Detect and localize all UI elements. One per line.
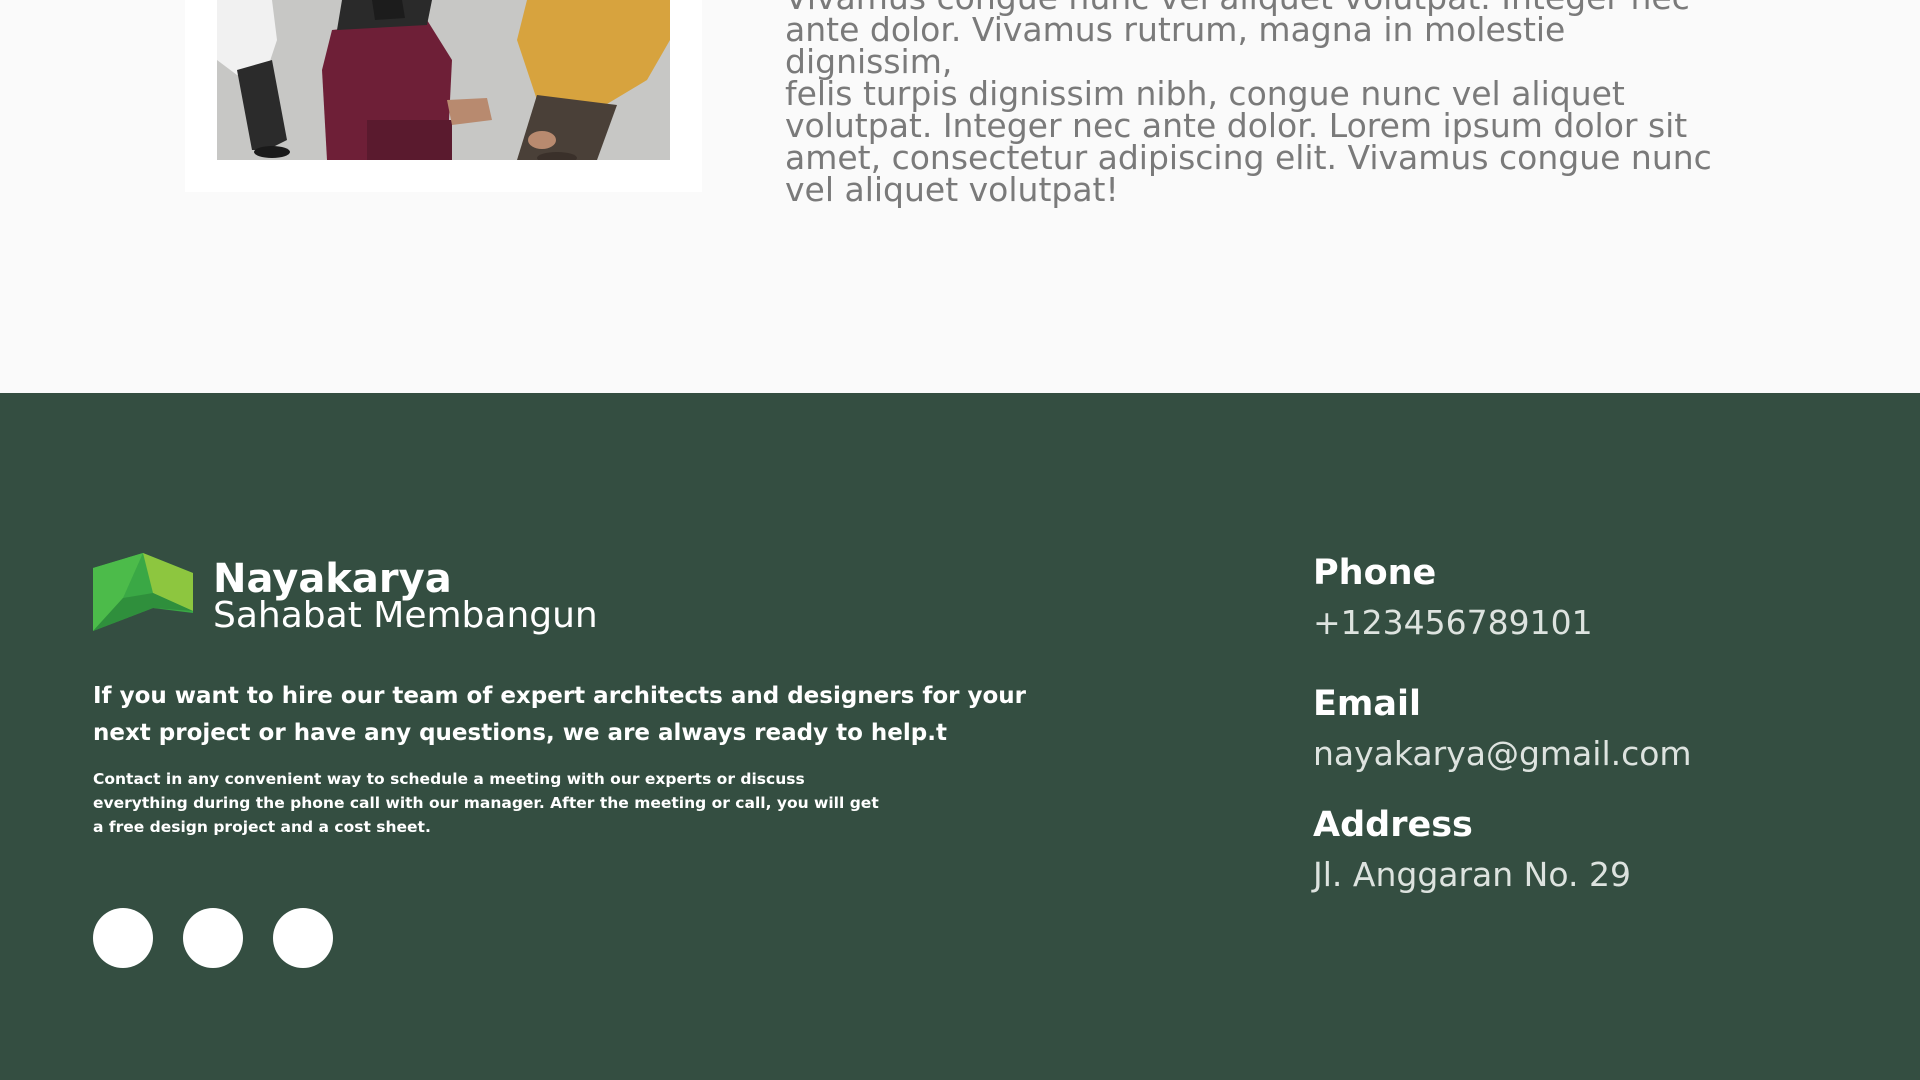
social-links xyxy=(93,908,333,968)
email-label: Email xyxy=(1313,684,1421,724)
social-icon[interactable] xyxy=(93,908,153,968)
address-label: Address xyxy=(1313,805,1473,845)
phone-label: Phone xyxy=(1313,553,1437,593)
phone-value[interactable]: +123456789101 xyxy=(1313,603,1593,643)
photo-frame xyxy=(185,0,702,192)
email-value[interactable]: nayakarya@gmail.com xyxy=(1313,734,1692,774)
house-roof-logo-icon xyxy=(93,553,193,631)
about-section: Vivamus congue nunc vel aliquet volutpat… xyxy=(0,0,1920,393)
site-footer: Nayakarya Sahabat Membangun If you want … xyxy=(0,393,1920,1080)
footer-sub-text: Contact in any convenient way to schedul… xyxy=(93,770,879,836)
brand-tagline: Sahabat Membangun xyxy=(213,595,598,636)
social-icon[interactable] xyxy=(273,908,333,968)
team-photo xyxy=(217,0,670,160)
address-value: Jl. Anggaran No. 29 xyxy=(1313,855,1631,894)
social-icon[interactable] xyxy=(183,908,243,968)
footer-lead-text: If you want to hire our team of expert a… xyxy=(93,683,1026,746)
about-paragraph: Vivamus congue nunc vel aliquet volutpat… xyxy=(785,0,1712,209)
